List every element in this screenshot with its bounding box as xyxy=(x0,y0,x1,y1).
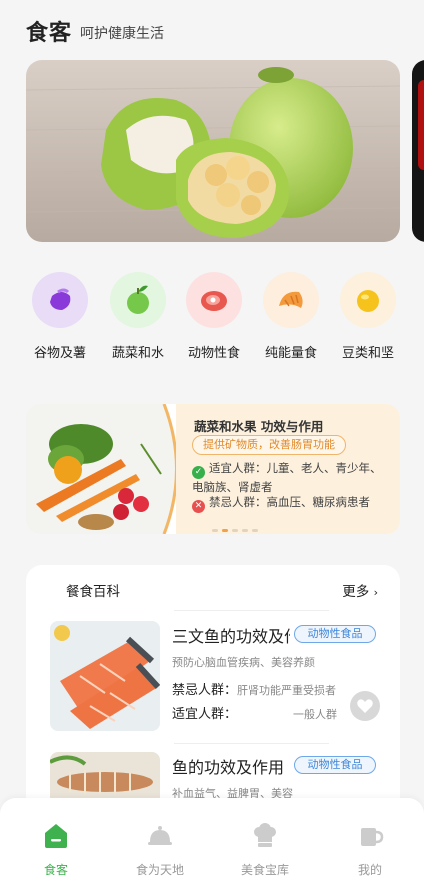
salmon-image xyxy=(50,621,160,731)
category-vegetables[interactable]: 蔬菜和水 xyxy=(98,272,178,361)
tab-food-library[interactable]: 美食宝库 xyxy=(225,820,305,878)
app-logo: 食客 xyxy=(26,21,73,46)
taboo-value: 肝肾功能严重受损者 xyxy=(237,684,337,697)
indicator-dot[interactable] xyxy=(242,529,248,532)
taboo-label: 禁忌人群： xyxy=(172,683,238,698)
bean-icon xyxy=(340,272,396,328)
cup-icon xyxy=(361,828,384,846)
suitable-label: 适宜人群： xyxy=(172,707,238,722)
tab-label: 美食宝库 xyxy=(240,863,289,877)
cloche-icon xyxy=(148,826,172,845)
indicator-dot-active[interactable] xyxy=(222,529,228,532)
hero-banner-pomelo[interactable] xyxy=(26,60,400,242)
bottom-tab-bar: 食客 食为天地 美食宝库 我的 xyxy=(0,798,424,888)
tab-food-world[interactable]: 食为天地 xyxy=(120,820,200,878)
category-row: 谷物及薯 蔬菜和水 动物性食 纯能量食 豆类和坚 xyxy=(20,272,420,372)
app-slogan: 呵护健康生活 xyxy=(80,25,165,42)
check-icon: ✓ xyxy=(192,466,205,479)
taboo-line: 禁忌人群：肝肾功能严重受损者 xyxy=(172,679,350,698)
category-grains[interactable]: 谷物及薯 xyxy=(20,272,100,361)
grain-icon xyxy=(32,272,88,328)
cross-icon: ✕ xyxy=(192,500,205,513)
divider xyxy=(174,743,329,744)
vegetables-image xyxy=(26,404,176,534)
category-badge: 动物性食品 xyxy=(294,756,376,774)
tab-label: 食为天地 xyxy=(135,863,184,877)
item-title: 鱼的功效及作用 xyxy=(172,758,285,777)
chef-hat-icon xyxy=(254,823,276,847)
next-banner-peek[interactable] xyxy=(412,60,424,242)
app-header: 食客 呵护健康生活 xyxy=(26,16,164,46)
suitable-text: 适宜人群：儿童、老人、青少年、电脑族、肾虚者 xyxy=(192,461,382,494)
nutrition-promo-card[interactable]: 蔬菜和水果 功效与作用 提供矿物质，改善肠胃功能 ✓ 适宜人群：儿童、老人、青少年… xyxy=(26,404,400,534)
divider xyxy=(174,610,329,611)
tab-home[interactable]: 食客 xyxy=(16,820,96,878)
more-link[interactable]: 更多 › xyxy=(342,580,378,600)
carousel-indicators xyxy=(212,529,258,532)
section-title: 餐食百科 xyxy=(66,584,120,600)
suitable-line: 适宜人群： 一般人群 xyxy=(172,703,350,722)
suitable-value: 一般人群 xyxy=(293,708,338,721)
item-title: 三文鱼的功效及作用 xyxy=(172,627,290,646)
category-label: 豆类和坚 xyxy=(341,346,394,361)
promo-title: 蔬菜和水果 功效与作用 xyxy=(194,419,324,434)
category-label: 动物性食 xyxy=(187,346,240,361)
category-label: 纯能量食 xyxy=(264,346,317,361)
category-label: 蔬菜和水 xyxy=(111,346,164,361)
more-label: 更多 xyxy=(342,584,370,600)
tab-me[interactable]: 我的 xyxy=(330,820,410,878)
category-pure-energy[interactable]: 纯能量食 xyxy=(251,272,331,361)
tab-label: 我的 xyxy=(357,863,382,877)
home-icon xyxy=(45,824,67,848)
heart-icon xyxy=(357,699,373,713)
item-subtitle: 预防心脑血管疾病、美容养颜 xyxy=(172,656,315,669)
indicator-dot[interactable] xyxy=(232,529,238,532)
chevron-right-icon: › xyxy=(373,586,378,599)
list-item-salmon[interactable]: 三文鱼的功效及作用 动物性食品 预防心脑血管疾病、美容养颜 禁忌人群：肝肾功能严… xyxy=(50,621,390,741)
category-badge: 动物性食品 xyxy=(294,625,376,643)
category-label: 谷物及薯 xyxy=(33,346,86,361)
category-animal-food[interactable]: 动物性食 xyxy=(174,272,254,361)
tab-label: 食客 xyxy=(43,863,68,877)
indicator-dot[interactable] xyxy=(252,529,258,532)
suitable-row: ✓ 适宜人群：儿童、老人、青少年、电脑族、肾虚者 xyxy=(192,460,392,496)
promo-benefit-tag: 提供矿物质，改善肠胃功能 xyxy=(192,435,346,455)
taboo-row: ✕ 禁忌人群：高血压、糖尿病患者 xyxy=(192,494,392,513)
pomelo-image xyxy=(26,60,400,242)
indicator-dot[interactable] xyxy=(212,529,218,532)
taboo-text: 禁忌人群：高血压、糖尿病患者 xyxy=(209,495,370,509)
meat-icon xyxy=(186,272,242,328)
category-beans-nuts[interactable]: 豆类和坚 xyxy=(328,272,408,361)
croissant-icon xyxy=(263,272,319,328)
favorite-button[interactable] xyxy=(350,691,380,721)
apple-icon xyxy=(110,272,166,328)
